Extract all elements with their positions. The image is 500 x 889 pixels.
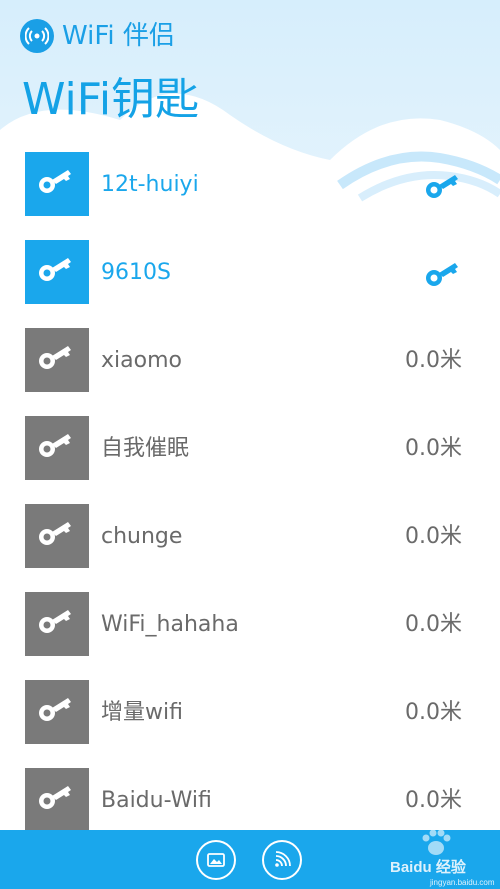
watermark-url: jingyan.baidu.com — [430, 878, 495, 887]
network-name: WiFi_hahaha — [101, 612, 239, 637]
network-name: 自我催眠 — [101, 436, 190, 461]
network-distance: 0.0米 — [405, 348, 462, 373]
network-list-item[interactable]: 12t-huiyi — [0, 150, 500, 238]
app-header: WiFi 伴侣 — [20, 16, 175, 56]
network-list-item[interactable]: 增量wifi 0.0米 — [0, 678, 500, 766]
network-name: 9610S — [101, 260, 171, 285]
network-list-item[interactable]: 自我催眠 0.0米 — [0, 414, 500, 502]
network-list-item[interactable]: chunge 0.0米 — [0, 502, 500, 590]
key-tile — [25, 680, 89, 744]
network-name: Baidu-Wifi — [101, 788, 212, 813]
network-name: 增量wifi — [101, 700, 183, 725]
key-icon — [35, 431, 79, 465]
network-name: chunge — [101, 524, 183, 549]
key-icon — [35, 255, 79, 289]
app-title: WiFi 伴侣 — [62, 21, 175, 51]
network-list-item[interactable]: WiFi_hahaha 0.0米 — [0, 590, 500, 678]
network-name: 12t-huiyi — [101, 172, 199, 197]
key-tile — [25, 592, 89, 656]
key-tile — [25, 504, 89, 568]
key-icon — [35, 607, 79, 641]
key-icon — [35, 695, 79, 729]
network-name: xiaomo — [101, 348, 182, 373]
network-distance: 0.0米 — [405, 436, 462, 461]
key-icon — [422, 260, 462, 290]
network-distance: 0.0米 — [405, 612, 462, 637]
key-tile — [25, 328, 89, 392]
key-icon — [35, 783, 79, 817]
key-icon — [35, 167, 79, 201]
watermark: Baidu 经验 jingyan.baidu.com — [320, 808, 500, 889]
wifi-signal-icon — [20, 19, 54, 53]
page-title: WiFi钥匙 — [22, 74, 200, 125]
network-distance: 0.0米 — [405, 700, 462, 725]
key-icon — [422, 172, 462, 202]
key-tile — [25, 416, 89, 480]
image-icon — [207, 853, 225, 867]
key-tile — [25, 768, 89, 832]
key-tile — [25, 152, 89, 216]
wifi-network-list: 12t-huiyi 9610S xiaomo 0.0米 自我催眠 0.0米 chun… — [0, 150, 500, 854]
network-distance: 0.0米 — [405, 524, 462, 549]
image-button[interactable] — [196, 840, 236, 880]
key-icon — [35, 343, 79, 377]
network-list-item[interactable]: xiaomo 0.0米 — [0, 326, 500, 414]
watermark-brand: Baidu 经验 — [390, 859, 466, 876]
network-list-item[interactable]: 9610S — [0, 238, 500, 326]
key-icon — [35, 519, 79, 553]
wifi-button[interactable] — [262, 840, 302, 880]
key-tile — [25, 240, 89, 304]
wifi-icon — [275, 851, 291, 867]
